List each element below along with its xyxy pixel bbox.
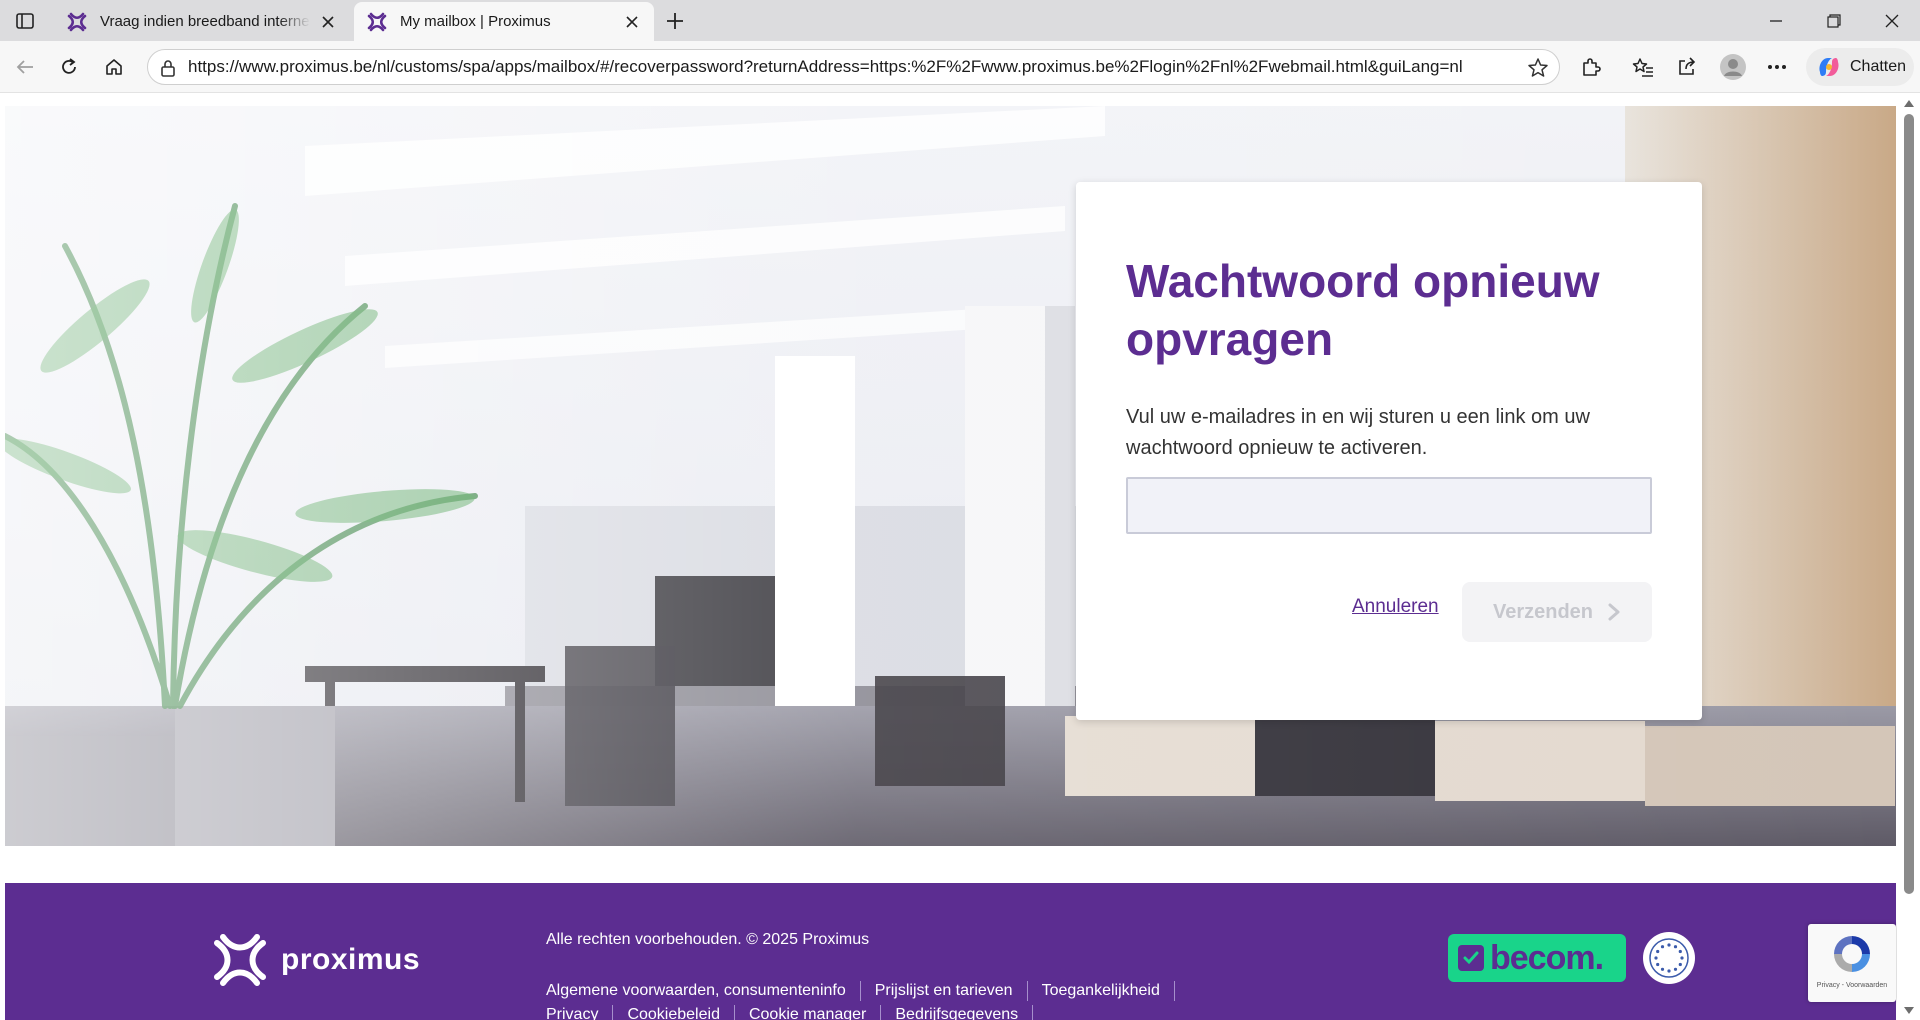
profile-button[interactable] [1716, 50, 1750, 84]
footer-link-cookie-policy[interactable]: Cookiebeleid [627, 1005, 735, 1020]
tab-actions-icon [16, 12, 34, 29]
check-icon [1458, 945, 1484, 971]
chevron-right-icon [1608, 603, 1620, 621]
proximus-logo[interactable]: proximus [211, 931, 420, 989]
footer-link-terms[interactable]: Algemene voorwaarden, consumenteninfo [546, 981, 861, 1001]
minimize-button[interactable] [1748, 0, 1804, 41]
proximus-brand-text: proximus [281, 943, 421, 976]
tab-title: My mailbox | Proximus [400, 13, 551, 30]
favorites-list-icon [1632, 58, 1653, 77]
scroll-up-icon[interactable] [1904, 100, 1914, 107]
copilot-icon [1819, 58, 1839, 76]
copilot-chat-button[interactable]: Chatten [1806, 48, 1914, 86]
favorites-button[interactable] [1626, 50, 1660, 84]
footer-link-company-info[interactable]: Bedrijfsgegevens [895, 1005, 1034, 1020]
tab-vraag-breedband[interactable]: Vraag indien breedband internet a [54, 2, 350, 41]
eu-seal-icon [1643, 932, 1695, 984]
footer-link-accessibility[interactable]: Toegankelijkheid [1042, 981, 1175, 1001]
settings-more-button[interactable] [1760, 50, 1794, 84]
scrollbar-thumb[interactable] [1904, 114, 1914, 894]
close-window-button[interactable] [1864, 0, 1920, 41]
page-title: Wachtwoord opnieuw opvragen [1126, 255, 1600, 365]
recaptcha-badge[interactable]: Privacy - Voorwaarden [1808, 924, 1896, 1002]
back-arrow-icon [16, 60, 33, 74]
send-button[interactable]: Verzenden [1462, 582, 1652, 642]
proximus-logo-icon [214, 934, 266, 986]
close-tab-icon[interactable] [620, 10, 644, 34]
intro-text: Vul uw e-mailadres in en wij sturen u ee… [1126, 406, 1590, 459]
footer-links: Algemene voorwaarden, consumenteninfo Pr… [546, 981, 1246, 1020]
recaptcha-text: Privacy - Voorwaarden [1816, 982, 1888, 989]
address-bar[interactable]: https://www.proximus.be/nl/customs/spa/a… [147, 49, 1560, 85]
home-icon [106, 59, 122, 75]
plus-icon [667, 12, 683, 29]
send-button-label: Verzenden [1492, 600, 1594, 623]
refresh-icon [62, 58, 76, 74]
becom-badge[interactable]: becom. [1448, 934, 1626, 982]
more-dots-icon [1768, 65, 1786, 69]
chat-label: Chatten [1850, 58, 1907, 75]
tab-my-mailbox[interactable]: My mailbox | Proximus [354, 2, 654, 41]
close-icon [1885, 14, 1899, 27]
url-text[interactable]: https://www.proximus.be/nl/customs/spa/a… [188, 50, 1508, 84]
share-icon [1679, 57, 1696, 75]
email-input[interactable] [1126, 477, 1652, 534]
proximus-favicon-icon [367, 12, 387, 31]
lock-icon[interactable] [158, 58, 178, 78]
scroll-down-icon[interactable] [1904, 1007, 1914, 1014]
footer-link-cookie-manager[interactable]: Cookie manager [749, 1005, 882, 1020]
browser-toolbar: https://www.proximus.be/nl/customs/spa/a… [0, 41, 1920, 93]
browser-titlebar: Vraag indien breedband internet a My mai… [0, 0, 1920, 41]
restore-button[interactable] [1806, 0, 1862, 41]
new-tab-button[interactable] [660, 0, 690, 41]
share-button[interactable] [1670, 50, 1704, 84]
close-tab-icon[interactable] [316, 10, 340, 34]
restore-icon [1827, 13, 1841, 28]
tab-actions-button[interactable] [0, 0, 50, 41]
page-scrollbar[interactable] [1897, 94, 1920, 1020]
home-button[interactable] [97, 50, 131, 84]
refresh-button[interactable] [52, 50, 86, 84]
proximus-favicon-icon [67, 12, 87, 31]
puzzle-icon [1583, 58, 1601, 76]
footer-link-privacy[interactable]: Privacy [546, 1005, 614, 1020]
tab-title: Vraag indien breedband internet a [100, 13, 310, 30]
site-footer: proximus Alle rechten voorbehouden. © 20… [5, 883, 1896, 1020]
back-button[interactable] [8, 50, 42, 84]
recover-password-card: Wachtwoord opnieuw opvragen Vul uw e-mai… [1076, 182, 1702, 720]
recaptcha-icon [1834, 936, 1870, 972]
favorite-star-icon[interactable] [1527, 57, 1549, 79]
minimize-icon [1770, 19, 1782, 22]
footer-link-pricelist[interactable]: Prijslijst en tarieven [875, 981, 1028, 1001]
becom-label: becom. [1490, 938, 1604, 977]
copyright-text: Alle rechten voorbehouden. © 2025 Proxim… [546, 931, 870, 948]
extensions-button[interactable] [1574, 50, 1608, 84]
cancel-link[interactable]: Annuleren [1352, 596, 1439, 618]
page-content: Wachtwoord opnieuw opvragen Vul uw e-mai… [0, 94, 1920, 1020]
avatar-icon [1720, 54, 1746, 80]
